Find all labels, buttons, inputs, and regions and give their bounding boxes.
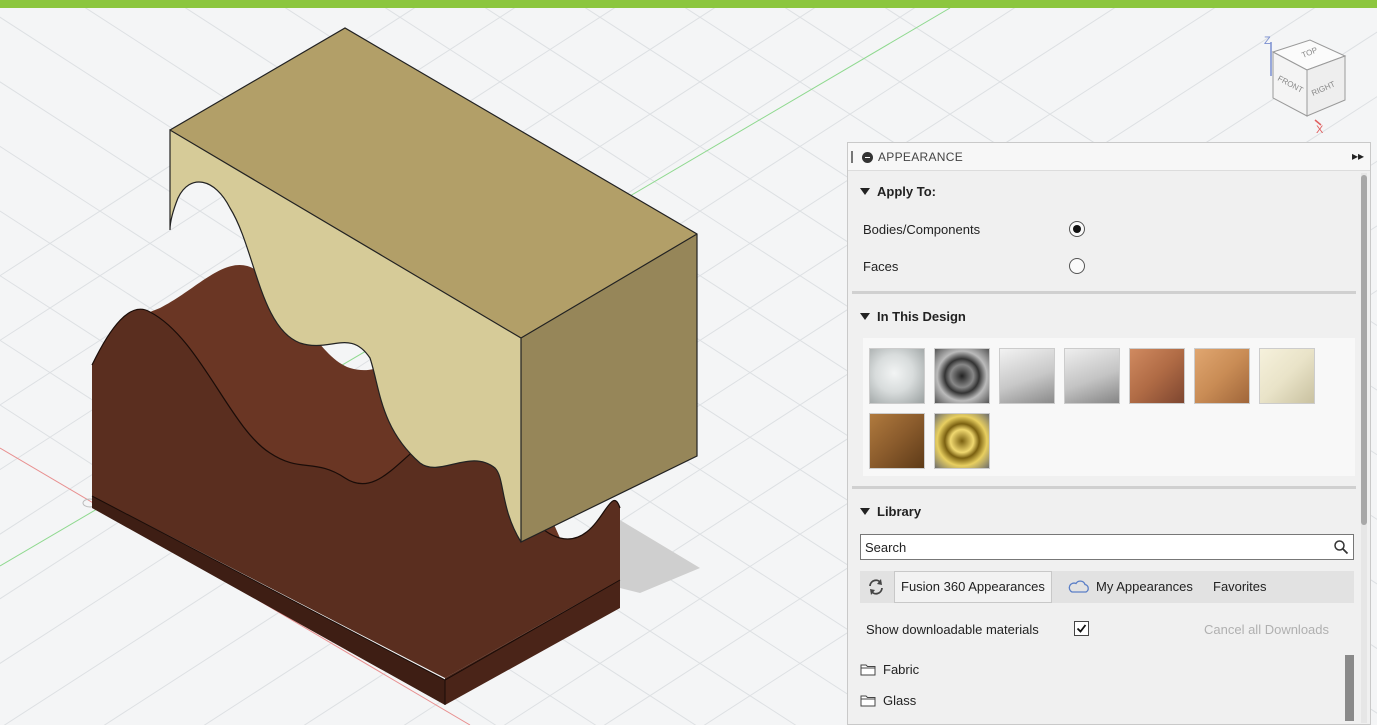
panel-drag-grip[interactable]	[851, 151, 853, 163]
library-search-input[interactable]	[860, 534, 1354, 560]
bodies-components-label: Bodies/Components	[863, 222, 981, 237]
collapse-triangle-icon	[860, 508, 870, 515]
plastic-gray-swatch-2[interactable]	[1064, 348, 1120, 404]
collapse-triangle-icon	[860, 188, 870, 195]
folder-label: Glass	[883, 693, 917, 708]
axis-z-label: Z	[1264, 35, 1271, 47]
in-this-design-title: In This Design	[877, 309, 966, 324]
section-divider	[852, 291, 1356, 294]
folder-label: Fabric	[883, 662, 920, 677]
cloud-icon	[1068, 580, 1089, 593]
double-chevron-right-icon[interactable]: ▸▸	[1352, 149, 1364, 163]
paint-cream-swatch[interactable]	[1259, 348, 1315, 404]
axis-x-label: X	[1316, 124, 1324, 136]
show-downloadable-label: Show downloadable materials	[866, 622, 1039, 637]
folder-item-glass[interactable]: Glass	[860, 693, 916, 708]
tab-favorites[interactable]: Favorites	[1213, 571, 1266, 603]
folder-item-fabric[interactable]: Fabric	[860, 662, 919, 677]
metal-gold-swatch[interactable]	[934, 413, 990, 469]
collapse-triangle-icon	[860, 313, 870, 320]
shadow	[620, 520, 700, 593]
checkmark-icon	[1076, 624, 1087, 633]
faces-radio[interactable]	[1069, 258, 1085, 274]
in-this-design-section-header[interactable]: In This Design	[860, 309, 966, 324]
faces-label: Faces	[863, 259, 899, 274]
library-title: Library	[877, 504, 922, 519]
minus-circle-icon[interactable]	[862, 152, 873, 163]
cancel-all-downloads-link[interactable]: Cancel all Downloads	[1204, 622, 1329, 637]
wood-cherry-swatch[interactable]	[1129, 348, 1185, 404]
glass-clear-swatch[interactable]	[869, 348, 925, 404]
panel-scrollbar-thumb[interactable]	[1361, 175, 1367, 525]
refresh-icon[interactable]	[860, 571, 892, 603]
folder-icon	[860, 695, 876, 707]
wood-oak-swatch[interactable]	[1194, 348, 1250, 404]
plastic-gray-swatch-1[interactable]	[999, 348, 1055, 404]
view-cube[interactable]: Z X TOP FRONT RIGHT	[1255, 28, 1355, 138]
library-list-scrollbar[interactable]	[1345, 655, 1354, 721]
appearance-panel: APPEARANCE ▸▸ Apply To: Bodies/Component…	[847, 142, 1371, 725]
bodies-components-radio[interactable]	[1069, 221, 1085, 237]
section-divider	[852, 486, 1356, 489]
tab-my-appearances[interactable]: My Appearances	[1096, 571, 1193, 603]
panel-scrollbar[interactable]	[1361, 173, 1367, 723]
tab-fusion-360-appearances[interactable]: Fusion 360 Appearances	[894, 571, 1052, 603]
folder-icon	[860, 664, 876, 676]
search-icon[interactable]	[1333, 539, 1349, 555]
show-downloadable-checkbox[interactable]	[1074, 621, 1089, 636]
apply-to-section-header[interactable]: Apply To:	[860, 184, 936, 199]
library-tabs: Fusion 360 Appearances My Appearances Fa…	[860, 571, 1354, 603]
wood-pine-swatch[interactable]	[869, 413, 925, 469]
library-list-scrollbar-thumb[interactable]	[1345, 655, 1354, 721]
top-accent-bar	[0, 0, 1377, 8]
panel-title: APPEARANCE	[878, 150, 964, 164]
design-swatches-grid	[863, 338, 1355, 476]
apply-to-title: Apply To:	[877, 184, 936, 199]
library-section-header[interactable]: Library	[860, 504, 921, 519]
panel-header[interactable]: APPEARANCE ▸▸	[848, 143, 1370, 171]
metal-chrome-swatch[interactable]	[934, 348, 990, 404]
